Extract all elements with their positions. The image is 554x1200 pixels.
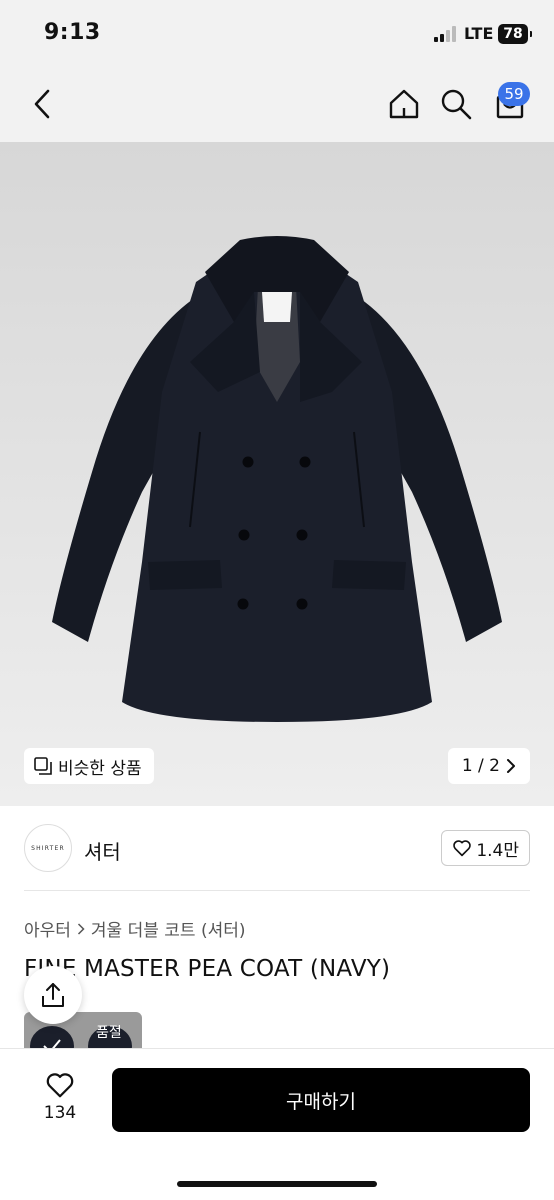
signal-icon (434, 26, 460, 42)
seller-like-count: 1.4만 (476, 840, 519, 861)
search-button[interactable] (436, 84, 476, 124)
heart-icon (453, 840, 472, 857)
copy-icon (34, 757, 52, 775)
page-indicator-text: 1 / 2 (461, 756, 500, 776)
back-button[interactable] (26, 86, 58, 122)
seller-row: SHIRTER 셔터 1.4만 (24, 824, 530, 872)
breadcrumb-subcategory[interactable]: 겨울 더블 코트 (셔터) (91, 916, 246, 941)
search-icon (441, 89, 472, 120)
product-title: FINE MASTER PEA COAT (NAVY) (24, 956, 391, 982)
status-time: 9:13 (44, 20, 101, 45)
breadcrumb: 아우터 겨울 더블 코트 (셔터) (24, 916, 246, 941)
seller-name[interactable]: 셔터 (84, 836, 121, 865)
divider (24, 890, 530, 891)
breadcrumb-category[interactable]: 아우터 (24, 916, 71, 941)
cart-count-badge: 59 (498, 82, 530, 106)
similar-products-button[interactable]: 비슷한 상품 (24, 748, 154, 784)
buy-button[interactable]: 구매하기 (112, 1068, 530, 1132)
network-label: LTE (464, 24, 494, 43)
bottom-action-bar: 134 구매하기 (0, 1048, 554, 1200)
home-indicator (177, 1181, 377, 1187)
seller-logo[interactable]: SHIRTER (24, 824, 72, 872)
chevron-left-icon (34, 89, 50, 119)
sold-out-label: 품절 (96, 1025, 122, 1041)
share-button[interactable] (24, 966, 82, 1024)
share-icon (42, 983, 64, 1007)
battery-icon: 78 (498, 24, 532, 44)
similar-products-label: 비슷한 상품 (58, 758, 142, 779)
chevron-right-icon (77, 922, 85, 935)
product-image-gallery[interactable]: 비슷한 상품 1 / 2 (0, 142, 554, 806)
status-bar: 9:13 LTE 78 (0, 0, 554, 66)
home-icon (389, 89, 419, 119)
image-page-indicator[interactable]: 1 / 2 (447, 748, 530, 784)
seller-like-button[interactable]: 1.4만 (441, 830, 530, 866)
home-button[interactable] (384, 84, 424, 124)
heart-icon (46, 1073, 74, 1098)
chevron-right-icon (507, 759, 515, 773)
wishlist-button[interactable]: 134 (30, 1071, 90, 1131)
nav-bar: 59 (0, 66, 554, 142)
wishlist-count: 134 (43, 1103, 77, 1123)
product-photo-coat (0, 142, 554, 806)
